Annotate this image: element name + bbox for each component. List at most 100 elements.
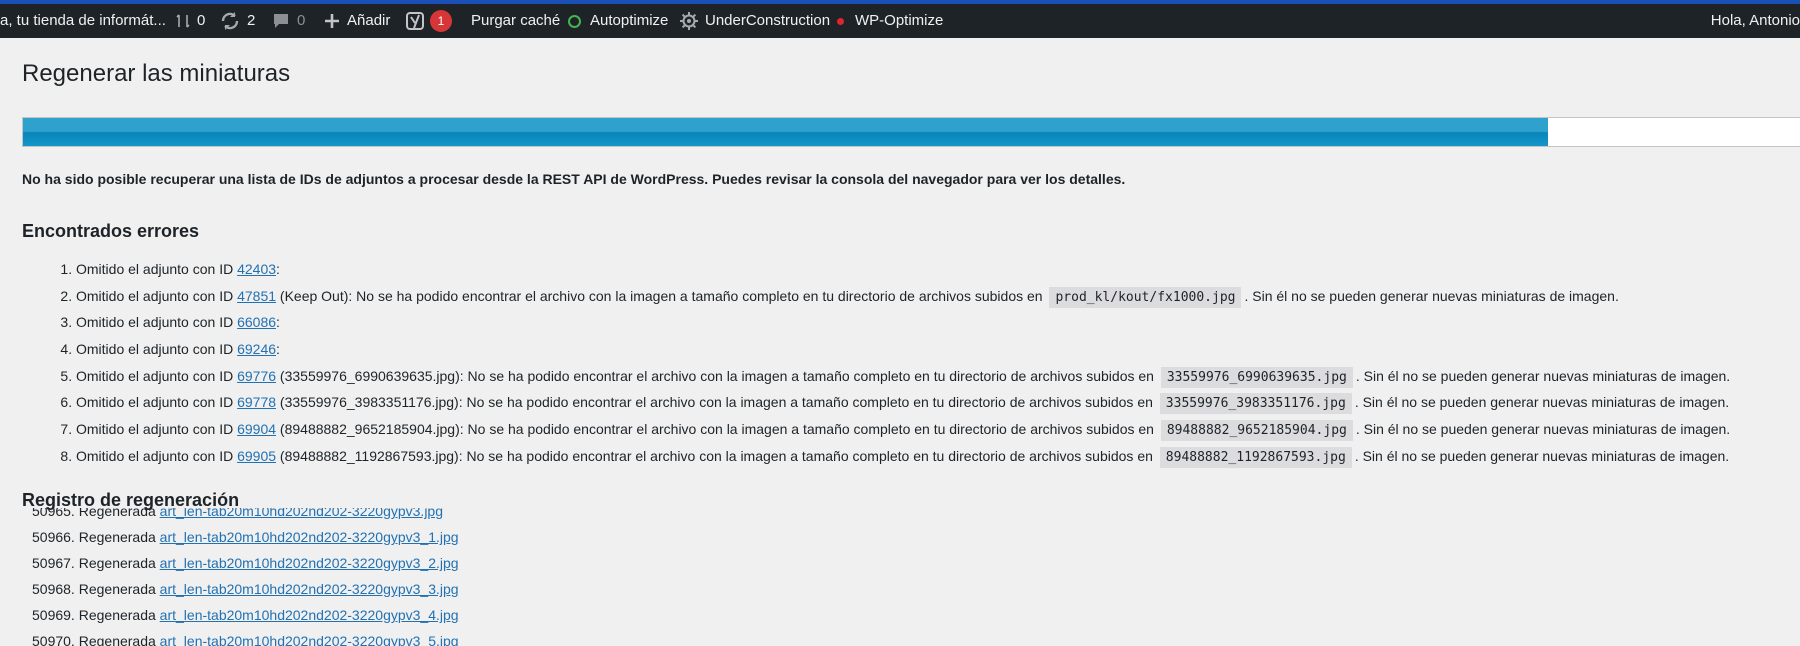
attachment-id-link[interactable]: 69778 [237, 394, 276, 410]
error-message: : [276, 314, 280, 331]
log-status: Regenerada [78, 633, 156, 646]
purge-cache-label: Purgar caché [471, 12, 561, 29]
error-item: Omitido el adjunto con ID 69905 (8948888… [76, 443, 1730, 470]
autoptimize-menu[interactable]: Autoptimize [568, 4, 668, 38]
log-number: 50965. [32, 508, 75, 519]
messages-count: 0 [297, 12, 306, 29]
attachment-id-link[interactable]: 66086 [237, 314, 276, 330]
error-prefix: Omitido el adjunto con ID [76, 287, 238, 304]
error-suffix: . Sin él no se pueden generar nuevas min… [1355, 367, 1731, 384]
log-row: 50965. Regenerada art_len-tab20m10hd202n… [32, 508, 459, 524]
regeneration-log[interactable]: 50965. Regenerada art_len-tab20m10hd202n… [0, 508, 900, 646]
wp-optimize-label: WP-Optimize [855, 12, 944, 29]
log-status: Regenerada [78, 607, 156, 623]
error-message: (33559976_3983351176.jpg): No se ha podi… [276, 394, 1157, 411]
add-label: Añadir [347, 12, 391, 29]
error-item: Omitido el adjunto con ID 66086: [76, 309, 1730, 336]
log-list: 50965. Regenerada art_len-tab20m10hd202n… [32, 508, 459, 646]
log-status: Regenerada [78, 508, 156, 519]
status-dot-icon [837, 17, 845, 25]
error-message: (Keep Out): No se ha podido encontrar el… [276, 287, 1047, 304]
file-path-code: prod_kl/kout/fx1000.jpg [1049, 286, 1242, 308]
wp-optimize-menu[interactable]: WP-Optimize [855, 4, 943, 38]
log-status: Regenerada [78, 529, 156, 545]
site-name-label: a, tu tienda de informát... [0, 12, 166, 29]
messages-menu[interactable]: 0 [272, 4, 305, 38]
error-prefix: Omitido el adjunto con ID [76, 447, 238, 464]
error-suffix: . Sin él no se pueden generar nuevas min… [1354, 447, 1730, 464]
updates-icon [220, 12, 240, 30]
error-message: (33559976_6990639635.jpg): No se ha podi… [276, 367, 1158, 384]
error-message: : [276, 261, 280, 277]
log-row: 50969. Regenerada art_len-tab20m10hd202n… [32, 602, 459, 628]
error-prefix: Omitido el adjunto con ID [76, 394, 238, 411]
comments-icon [176, 14, 190, 28]
file-path-code: 89488882_9652185904.jpg [1160, 420, 1353, 442]
updates-count: 2 [247, 12, 256, 29]
log-number: 50966. [32, 529, 75, 545]
log-file-link[interactable]: art_len-tab20m10hd202nd202-3220gypv3.jpg [160, 508, 443, 519]
updates-menu[interactable]: 2 [220, 4, 255, 38]
error-suffix: . Sin él no se pueden generar nuevas min… [1355, 421, 1731, 438]
page-title: Regenerar las miniaturas [22, 60, 291, 87]
progress-bar-fill [23, 118, 1549, 146]
add-new-menu[interactable]: Añadir [324, 4, 390, 38]
attachment-id-link[interactable]: 69904 [237, 421, 276, 437]
my-account-menu[interactable]: Hola, Antonio [1711, 4, 1800, 38]
error-item: Omitido el adjunto con ID 42403: [76, 256, 1730, 283]
log-file-link[interactable]: art_len-tab20m10hd202nd202-3220gypv3_1.j… [160, 529, 459, 545]
log-status: Regenerada [78, 555, 156, 571]
yoast-icon [406, 12, 424, 30]
attachment-id-link[interactable]: 69905 [237, 448, 276, 464]
error-message: : [276, 341, 280, 358]
underconstruction-menu[interactable]: UnderConstruction [680, 4, 845, 38]
log-number: 50969. [32, 607, 75, 623]
log-row: 50968. Regenerada art_len-tab20m10hd202n… [32, 576, 459, 602]
error-item: Omitido el adjunto con ID 69246: [76, 336, 1730, 363]
errors-list: Omitido el adjunto con ID 42403:Omitido … [22, 256, 1730, 470]
log-number: 50968. [32, 581, 75, 597]
comments-count: 0 [197, 12, 206, 29]
error-item: Omitido el adjunto con ID 69778 (3355997… [76, 389, 1730, 416]
errors-heading: Encontrados errores [22, 221, 200, 241]
attachment-id-link[interactable]: 42403 [237, 261, 276, 277]
attachment-id-link[interactable]: 69246 [237, 341, 276, 357]
log-number: 50967. [32, 555, 75, 571]
yoast-menu[interactable]: 1 [406, 4, 452, 38]
error-item: Omitido el adjunto con ID 47851 (Keep Ou… [76, 283, 1730, 310]
error-prefix: Omitido el adjunto con ID [76, 314, 238, 331]
error-item: Omitido el adjunto con ID 69904 (8948888… [76, 416, 1730, 443]
error-prefix: Omitido el adjunto con ID [76, 341, 238, 358]
site-name-link[interactable]: a, tu tienda de informát... [0, 4, 166, 38]
error-item: Omitido el adjunto con ID 69776 (3355997… [76, 363, 1730, 390]
progress-bar [22, 117, 1800, 147]
log-file-link[interactable]: art_len-tab20m10hd202nd202-3220gypv3_4.j… [160, 607, 459, 623]
log-file-link[interactable]: art_len-tab20m10hd202nd202-3220gypv3_3.j… [160, 581, 459, 597]
attachment-id-link[interactable]: 47851 [237, 288, 276, 304]
autoptimize-label: Autoptimize [590, 12, 669, 29]
log-file-link[interactable]: art_len-tab20m10hd202nd202-3220gypv3_2.j… [160, 555, 459, 571]
file-path-code: 33559976_6990639635.jpg [1160, 366, 1353, 388]
error-message: (89488882_1192867593.jpg): No se ha podi… [276, 447, 1157, 464]
gear-icon [680, 12, 698, 30]
log-row: 50966. Regenerada art_len-tab20m10hd202n… [32, 524, 459, 550]
error-message: (89488882_9652185904.jpg): No se ha podi… [276, 421, 1158, 438]
error-prefix: Omitido el adjunto con ID [76, 421, 238, 438]
error-prefix: Omitido el adjunto con ID [76, 261, 238, 277]
file-path-code: 33559976_3983351176.jpg [1159, 393, 1352, 415]
yoast-notification-badge: 1 [430, 10, 452, 32]
underconstruction-label: UnderConstruction [705, 12, 831, 29]
error-suffix: . Sin él no se pueden generar nuevas min… [1244, 287, 1619, 304]
log-row: 50970. Regenerada art_len-tab20m10hd202n… [32, 628, 459, 646]
log-number: 50970. [32, 633, 75, 646]
plus-icon [324, 13, 340, 29]
file-path-code: 89488882_1192867593.jpg [1159, 446, 1352, 468]
log-row: 50967. Regenerada art_len-tab20m10hd202n… [32, 550, 459, 576]
purge-cache-link[interactable]: Purgar caché [471, 4, 560, 38]
error-suffix: . Sin él no se pueden generar nuevas min… [1354, 394, 1730, 411]
greeting-label: Hola, Antonio [1710, 12, 1800, 29]
error-prefix: Omitido el adjunto con ID [76, 367, 238, 384]
attachment-id-link[interactable]: 69776 [237, 368, 276, 384]
log-file-link[interactable]: art_len-tab20m10hd202nd202-3220gypv3_5.j… [160, 633, 459, 646]
comments-menu[interactable]: 0 [176, 4, 205, 38]
